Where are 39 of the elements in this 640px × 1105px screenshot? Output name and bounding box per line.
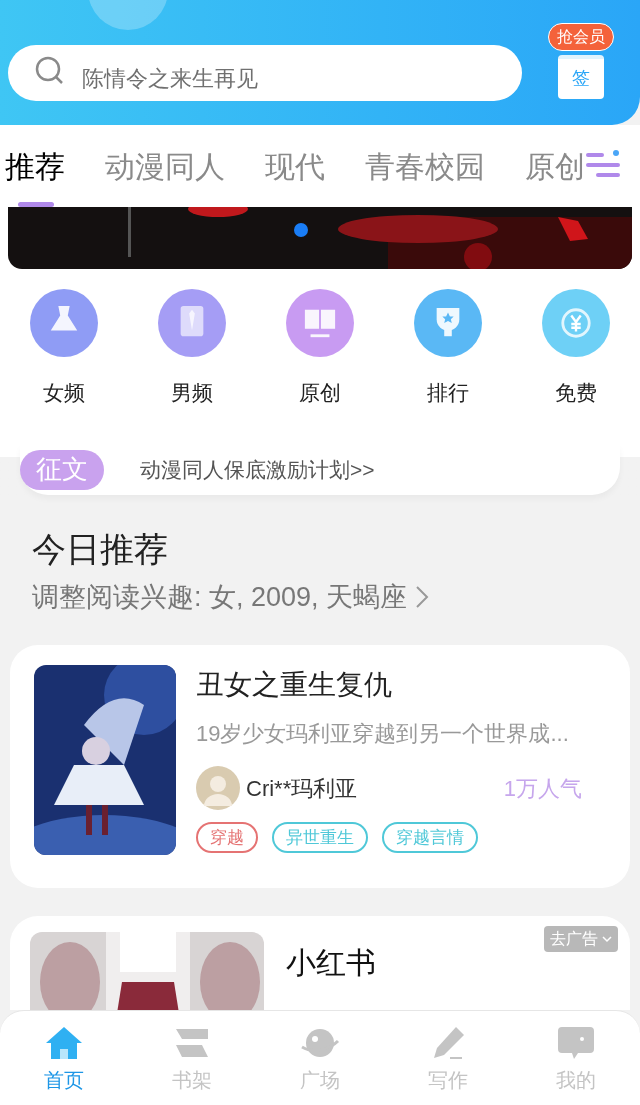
nav-item[interactable]: 写作 [384,1025,512,1095]
author-name: Cri**玛利亚 [246,774,358,803]
book-description: 19岁少女玛利亚穿越到另一个世界成... [196,720,570,748]
book-title: 丑女之重生复仇 [196,668,393,702]
category-button[interactable]: 女频 [0,289,128,409]
category-tab[interactable]: 推荐 [0,125,85,207]
popularity-count: 1万人气 [503,774,582,803]
category-tab[interactable]: 原创 [505,125,605,207]
gift-button[interactable]: 签 [558,54,604,99]
category-tab[interactable]: 动漫同人 [85,125,245,207]
category-button[interactable]: 男频 [128,289,256,409]
notice-bar[interactable]: 征文 动漫同人保底激励计划>> [20,444,620,495]
category-button[interactable]: 排行 [384,289,512,409]
contest-tag: 征文 [20,449,104,490]
genre-tag[interactable]: 穿越言情 [382,822,478,853]
section-title: 今日推荐 [32,528,169,570]
nav-item[interactable]: 广场 [256,1025,384,1095]
category-tab[interactable]: 现代 [245,125,345,207]
nav-item[interactable]: 我的 [512,1025,640,1095]
category-button[interactable]: 原创 [256,289,384,409]
category-tab[interactable]: 青春校园 [345,125,505,207]
category-button[interactable]: 免费 [512,289,640,409]
home-icon [44,1025,84,1061]
member-badge[interactable]: 抢会员 [548,22,614,51]
nav-item[interactable]: 首页 [0,1025,128,1095]
caret-icon [602,935,612,943]
genre-tag[interactable]: 穿越 [196,822,258,853]
chevron-icon [415,584,430,609]
genre-tag[interactable]: 异世重生 [272,822,368,853]
nav-item[interactable]: 书架 [128,1025,256,1095]
remove-ad-button[interactable]: 去广告 [544,926,618,952]
ad-title: 小红书 [286,945,376,981]
interest-link[interactable]: 调整阅读兴趣: 女, 2009, 天蝎座 [32,576,430,617]
book-card[interactable]: 丑女之重生复仇 19岁少女玛利亚穿越到另一个世界成... Cri**玛利亚 1万人气 穿越 异世重生 穿越言情 [10,645,630,888]
author-avatar [196,766,240,810]
chat-icon [556,1025,596,1061]
search-field[interactable]: 陈情令之来生再见 [8,44,522,101]
ad-card[interactable]: 小红书 去广告 [10,916,630,1010]
notice-text: 动漫同人保底激励计划>> [140,456,375,483]
